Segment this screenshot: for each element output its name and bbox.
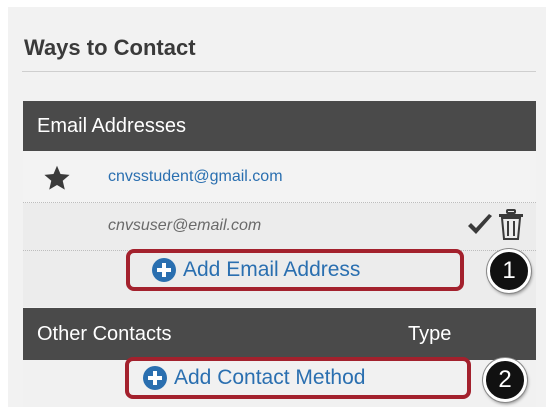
type-column-header: Type [408, 322, 452, 345]
add-contact-method-button[interactable]: Add Contact Method [125, 357, 471, 399]
email-row-secondary: cnvsuser@email.com [23, 203, 536, 251]
callout-number: 2 [498, 366, 512, 393]
plus-circle-icon [143, 366, 167, 390]
step-callout-1: 1 [487, 249, 531, 293]
add-email-label: Add Email Address [183, 258, 361, 281]
checkmark-icon[interactable] [466, 213, 494, 237]
email-row-primary: cnvsstudent@gmail.com [23, 151, 536, 203]
email-header-label: Email Addresses [37, 114, 186, 137]
other-contacts-label: Other Contacts [37, 322, 172, 345]
add-contact-label: Add Contact Method [174, 366, 366, 389]
secondary-email-text: cnvsuser@email.com [108, 217, 262, 234]
callout-number: 1 [502, 257, 516, 284]
trash-icon[interactable] [498, 209, 524, 241]
star-icon [44, 165, 70, 190]
ways-to-contact-panel: Ways to Contact Email Addresses cnvsstud… [8, 7, 546, 407]
add-email-address-button[interactable]: Add Email Address [126, 249, 464, 291]
other-contacts-header: Other Contacts Type [23, 308, 536, 360]
plus-circle-icon [152, 258, 176, 282]
panel-title: Ways to Contact [24, 35, 196, 60]
primary-email-link[interactable]: cnvsstudent@gmail.com [108, 168, 283, 186]
divider [22, 71, 536, 72]
email-addresses-header: Email Addresses [23, 101, 536, 151]
step-callout-2: 2 [483, 358, 527, 402]
